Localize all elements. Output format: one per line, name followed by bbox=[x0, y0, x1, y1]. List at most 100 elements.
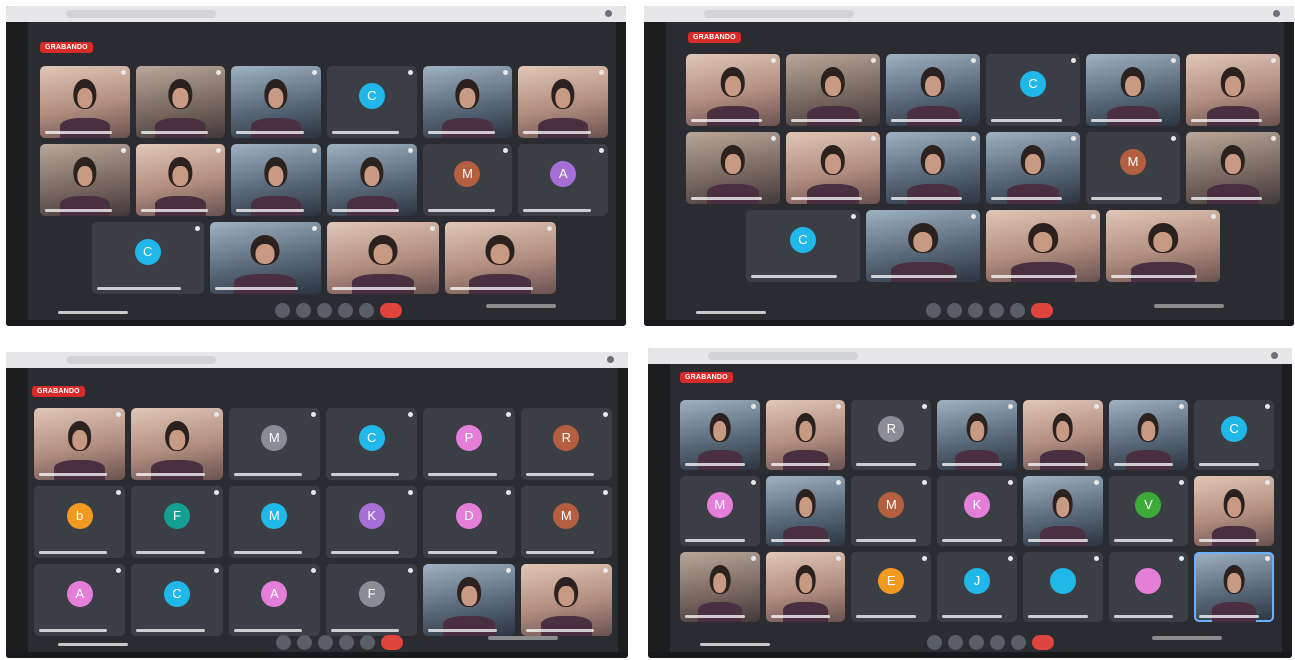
profile-icon[interactable] bbox=[605, 10, 612, 17]
leave-call-button[interactable] bbox=[380, 635, 403, 650]
profile-icon[interactable] bbox=[1273, 10, 1280, 17]
camera-button[interactable] bbox=[948, 635, 964, 650]
participant-tile[interactable] bbox=[1108, 400, 1189, 470]
participant-tile[interactable]: M bbox=[228, 486, 320, 558]
leave-call-button[interactable] bbox=[1032, 635, 1055, 650]
participant-tile[interactable]: M bbox=[422, 144, 513, 216]
mic-button[interactable] bbox=[275, 635, 291, 650]
participant-tile[interactable]: R bbox=[851, 400, 932, 470]
participant-tile[interactable] bbox=[866, 210, 980, 282]
address-bar[interactable] bbox=[66, 10, 216, 18]
present-button[interactable] bbox=[338, 635, 354, 650]
participant-tile[interactable]: M bbox=[1086, 132, 1180, 204]
participant-tile[interactable] bbox=[986, 132, 1080, 204]
participant-tile[interactable]: D bbox=[423, 486, 515, 558]
participant-tile[interactable] bbox=[986, 210, 1100, 282]
participant-tile[interactable] bbox=[937, 400, 1017, 470]
participant-tile[interactable]: b bbox=[34, 486, 126, 558]
participant-tile[interactable]: C bbox=[986, 54, 1080, 126]
participant-tile[interactable]: C bbox=[327, 66, 417, 138]
participant-tile[interactable] bbox=[1108, 552, 1189, 622]
participant-tile[interactable] bbox=[327, 222, 439, 294]
participant-tile[interactable]: R bbox=[520, 408, 612, 480]
participant-tile[interactable] bbox=[1106, 210, 1220, 282]
address-bar[interactable] bbox=[704, 10, 854, 18]
participant-tile[interactable] bbox=[209, 222, 321, 294]
participant-tile[interactable] bbox=[34, 408, 126, 480]
participant-tile[interactable]: E bbox=[851, 552, 932, 622]
participant-tile[interactable]: C bbox=[326, 408, 418, 480]
participant-tile[interactable] bbox=[135, 144, 226, 216]
participant-tile[interactable] bbox=[327, 144, 417, 216]
participant-tile[interactable] bbox=[131, 408, 223, 480]
participant-tile[interactable]: K bbox=[937, 476, 1017, 546]
participant-tile[interactable] bbox=[422, 66, 513, 138]
participant-tile[interactable] bbox=[765, 552, 846, 622]
participant-tile[interactable]: V bbox=[1108, 476, 1189, 546]
participant-tile[interactable] bbox=[40, 66, 130, 138]
participant-tile[interactable] bbox=[518, 66, 608, 138]
present-button[interactable] bbox=[988, 303, 1004, 318]
address-bar[interactable] bbox=[708, 352, 858, 360]
participant-tile[interactable] bbox=[765, 476, 846, 546]
participant-tile[interactable] bbox=[786, 54, 880, 126]
participant-tile[interactable] bbox=[40, 144, 130, 216]
participant-tile[interactable] bbox=[680, 552, 760, 622]
participant-tile[interactable] bbox=[444, 222, 556, 294]
participant-tile[interactable]: J bbox=[937, 552, 1017, 622]
participant-tile[interactable] bbox=[1194, 552, 1274, 622]
more-options-button[interactable] bbox=[358, 303, 374, 318]
participant-tile[interactable]: M bbox=[851, 476, 932, 546]
participant-tile[interactable] bbox=[423, 564, 515, 636]
more-options-button[interactable] bbox=[359, 635, 375, 650]
leave-call-button[interactable] bbox=[379, 303, 402, 318]
present-button[interactable] bbox=[337, 303, 353, 318]
captions-button[interactable] bbox=[967, 303, 983, 318]
camera-button[interactable] bbox=[295, 303, 311, 318]
participant-tile[interactable] bbox=[886, 132, 980, 204]
participant-tile[interactable] bbox=[1194, 476, 1274, 546]
leave-call-button[interactable] bbox=[1030, 303, 1053, 318]
profile-icon[interactable] bbox=[607, 356, 614, 363]
participant-tile[interactable]: K bbox=[326, 486, 418, 558]
participant-tile[interactable] bbox=[680, 400, 760, 470]
address-bar[interactable] bbox=[66, 356, 216, 364]
participant-tile[interactable] bbox=[686, 54, 780, 126]
participant-tile[interactable] bbox=[520, 564, 612, 636]
mic-button[interactable] bbox=[925, 303, 941, 318]
participant-tile[interactable] bbox=[765, 400, 846, 470]
participant-tile[interactable]: A bbox=[228, 564, 320, 636]
participant-tile[interactable]: C bbox=[131, 564, 223, 636]
participant-tile[interactable] bbox=[886, 54, 980, 126]
more-options-button[interactable] bbox=[1009, 303, 1025, 318]
mic-button[interactable] bbox=[274, 303, 290, 318]
participant-tile[interactable]: M bbox=[228, 408, 320, 480]
participant-tile[interactable]: C bbox=[1194, 400, 1274, 470]
participant-tile[interactable] bbox=[135, 66, 226, 138]
participant-tile[interactable] bbox=[1022, 552, 1103, 622]
participant-tile[interactable] bbox=[686, 132, 780, 204]
camera-button[interactable] bbox=[946, 303, 962, 318]
participant-tile[interactable] bbox=[1186, 132, 1280, 204]
present-button[interactable] bbox=[990, 635, 1006, 650]
participant-tile[interactable] bbox=[1186, 54, 1280, 126]
captions-button[interactable] bbox=[969, 635, 985, 650]
profile-icon[interactable] bbox=[1271, 352, 1278, 359]
participant-tile[interactable]: A bbox=[518, 144, 608, 216]
participant-tile[interactable]: A bbox=[34, 564, 126, 636]
participant-tile[interactable]: P bbox=[423, 408, 515, 480]
participant-tile[interactable]: C bbox=[746, 210, 860, 282]
participant-tile[interactable] bbox=[231, 144, 321, 216]
participant-tile[interactable]: M bbox=[680, 476, 760, 546]
more-options-button[interactable] bbox=[1011, 635, 1027, 650]
camera-button[interactable] bbox=[296, 635, 312, 650]
captions-button[interactable] bbox=[316, 303, 332, 318]
mic-button[interactable] bbox=[927, 635, 943, 650]
participant-tile[interactable] bbox=[231, 66, 321, 138]
participant-tile[interactable]: M bbox=[520, 486, 612, 558]
participant-tile[interactable]: F bbox=[326, 564, 418, 636]
participant-tile[interactable] bbox=[786, 132, 880, 204]
participant-tile[interactable] bbox=[1022, 476, 1103, 546]
captions-button[interactable] bbox=[317, 635, 333, 650]
participant-tile[interactable]: C bbox=[92, 222, 204, 294]
